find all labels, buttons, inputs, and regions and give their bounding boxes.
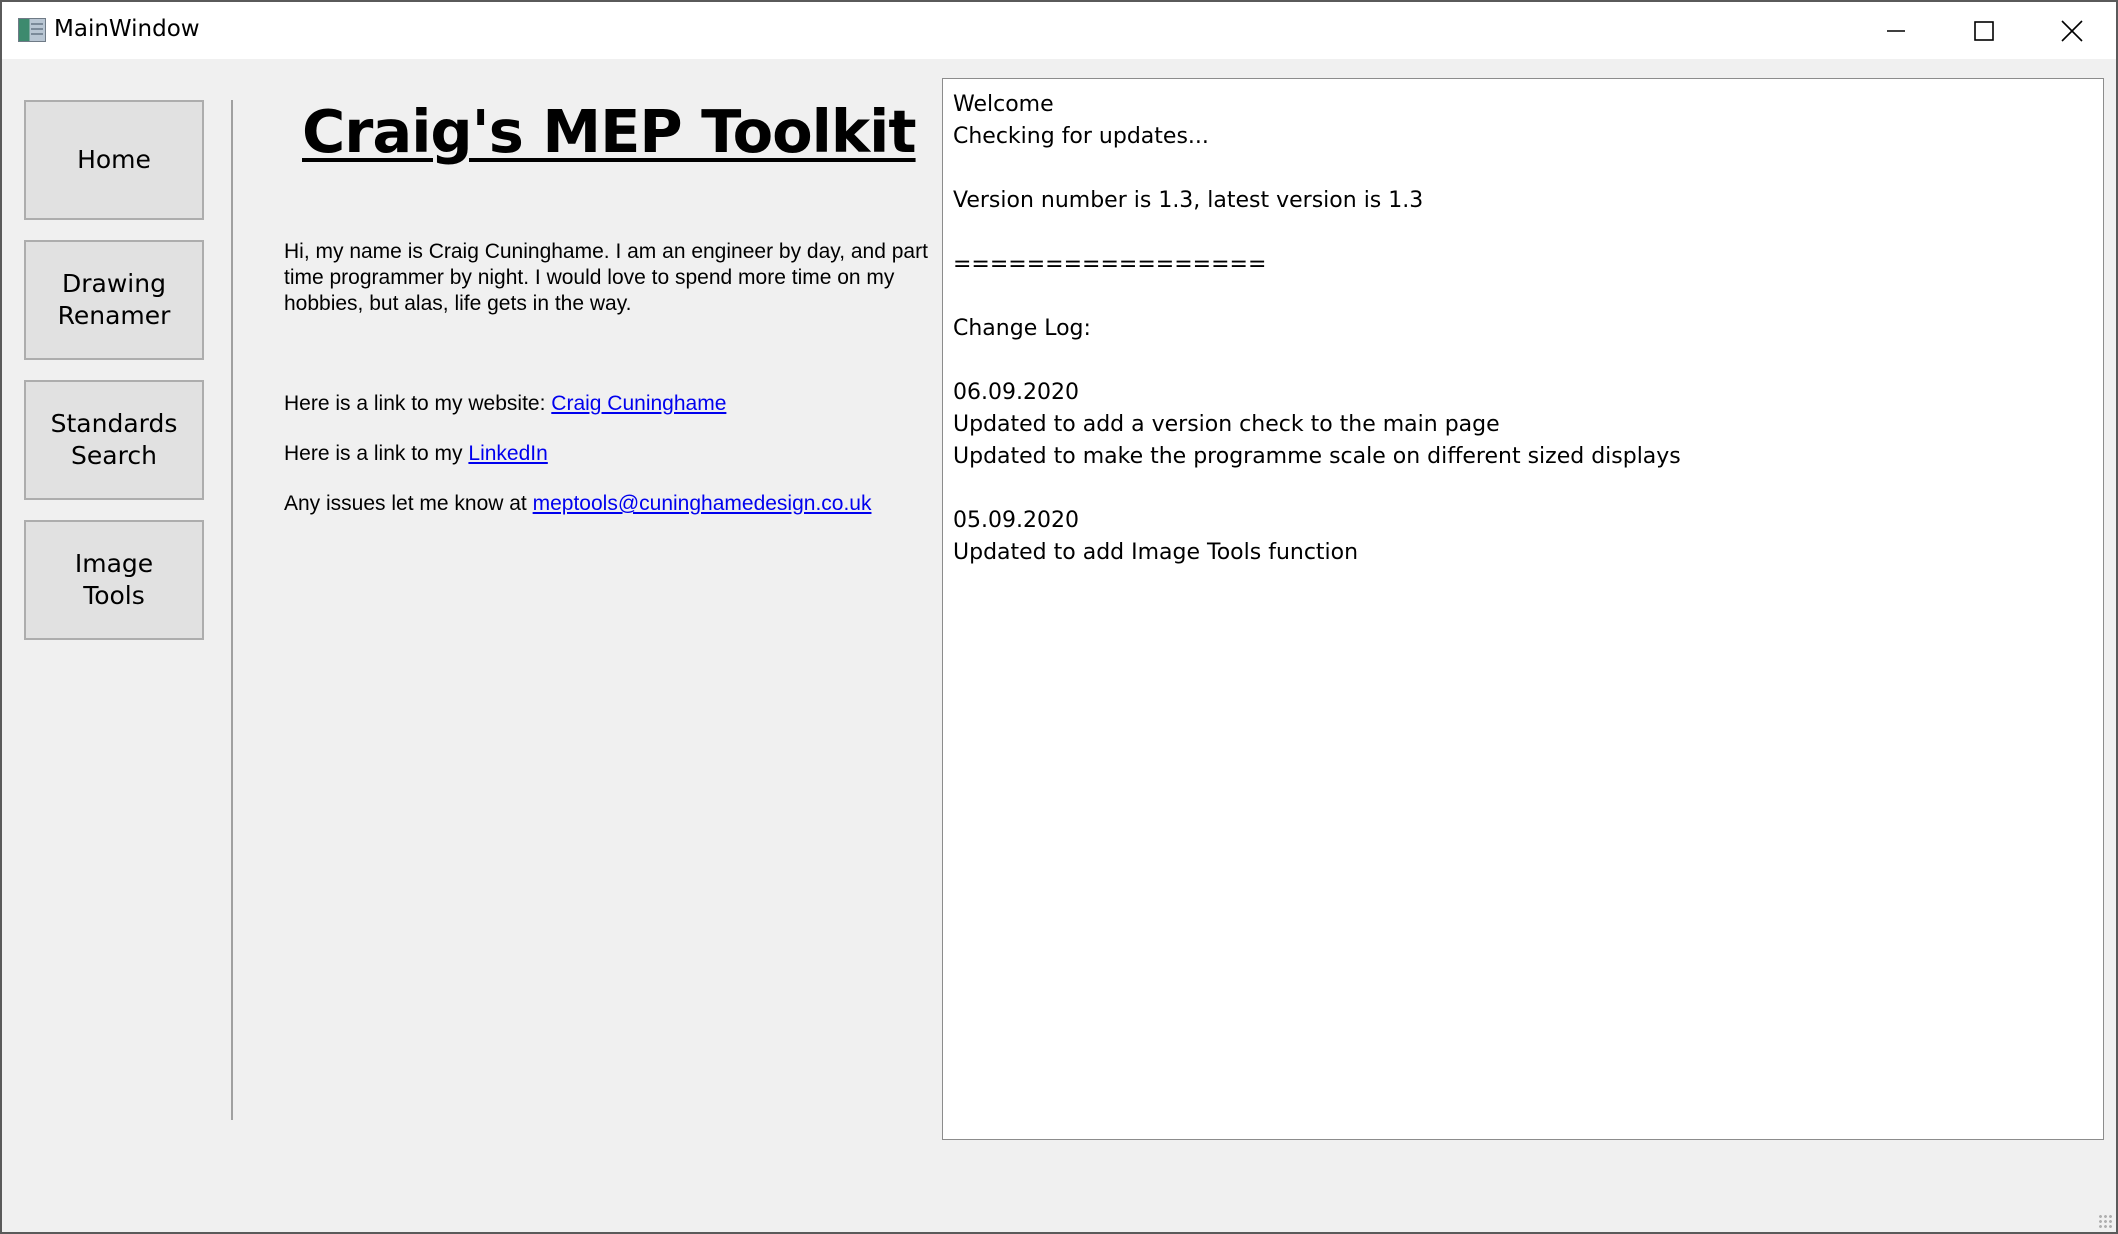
- minimize-button[interactable]: [1852, 2, 1940, 59]
- page-title: Craig's MEP Toolkit: [302, 97, 917, 166]
- website-line: Here is a link to my website: Craig Cuni…: [284, 392, 726, 416]
- log-line: Updated to make the programme scale on d…: [953, 444, 1681, 469]
- email-prefix: Any issues let me know at: [284, 492, 527, 515]
- standards-search-button[interactable]: Standards Search: [24, 380, 204, 500]
- vertical-divider: [231, 100, 233, 1120]
- home-button[interactable]: Home: [24, 100, 204, 220]
- log-line: Version number is 1.3, latest version is…: [953, 188, 1424, 213]
- title-bar[interactable]: MainWindow: [2, 2, 2116, 59]
- main-window: MainWindow Home Drawing Renamer Standard…: [0, 0, 2118, 1234]
- minimize-icon: [1887, 29, 1905, 32]
- close-button[interactable]: [2028, 2, 2116, 59]
- log-line: Change Log:: [953, 316, 1091, 341]
- log-line: Welcome: [953, 92, 1054, 117]
- log-line: 05.09.2020: [953, 508, 1079, 533]
- drawing-renamer-button[interactable]: Drawing Renamer: [24, 240, 204, 360]
- log-line: Checking for updates...: [953, 124, 1209, 149]
- maximize-button[interactable]: [1940, 2, 2028, 59]
- log-line: =================: [953, 252, 1267, 277]
- image-tools-button[interactable]: Image Tools: [24, 520, 204, 640]
- website-link[interactable]: Craig Cuninghame: [551, 392, 726, 415]
- close-icon: [2061, 19, 2083, 42]
- resize-grip[interactable]: [2098, 1214, 2112, 1228]
- email-link[interactable]: meptools@cuninghamedesign.co.uk: [533, 492, 872, 515]
- website-prefix: Here is a link to my website:: [284, 392, 546, 415]
- maximize-icon: [1974, 20, 1994, 41]
- change-log-textbox[interactable]: Welcome Checking for updates... Version …: [942, 78, 2104, 1140]
- app-icon: [18, 18, 46, 42]
- intro-text: Hi, my name is Craig Cuninghame. I am an…: [284, 240, 928, 315]
- log-line: Updated to add Image Tools function: [953, 540, 1359, 565]
- email-line: Any issues let me know at meptools@cunin…: [284, 492, 871, 516]
- linkedin-line: Here is a link to my LinkedIn: [284, 442, 548, 466]
- log-line: Updated to add a version check to the ma…: [953, 412, 1500, 437]
- window-title: MainWindow: [54, 16, 200, 42]
- linkedin-link[interactable]: LinkedIn: [468, 442, 547, 465]
- linkedin-prefix: Here is a link to my: [284, 442, 463, 465]
- log-line: 06.09.2020: [953, 380, 1079, 405]
